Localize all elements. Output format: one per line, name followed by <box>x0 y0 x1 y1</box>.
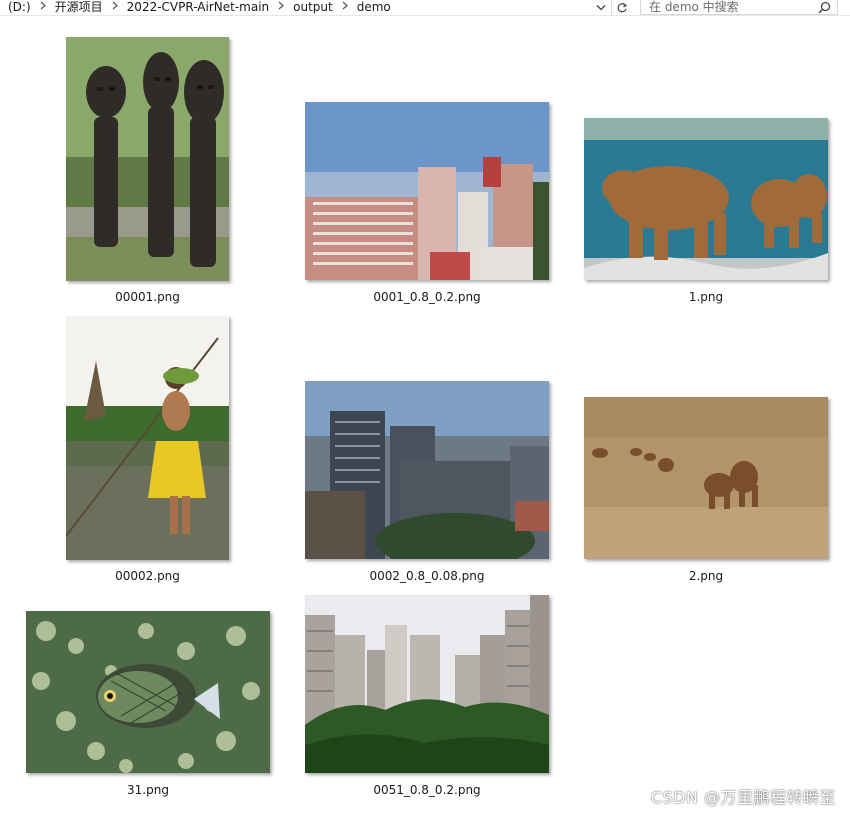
refresh-button[interactable] <box>612 0 632 15</box>
chevron-down-icon <box>596 5 606 11</box>
refresh-icon <box>617 2 628 12</box>
file-thumbnail[interactable] <box>305 381 549 559</box>
chevron-right-icon[interactable] <box>35 0 51 15</box>
file-thumbnail[interactable] <box>584 397 828 559</box>
chevron-right-icon[interactable] <box>273 0 289 15</box>
breadcrumb-folder-open-source[interactable]: 开源项目 <box>51 0 107 15</box>
file-thumbnail[interactable] <box>66 37 229 281</box>
file-thumbnail[interactable] <box>584 118 828 280</box>
file-name[interactable]: 00002.png <box>66 569 229 583</box>
file-name[interactable]: 2.png <box>584 569 828 583</box>
chevron-right-icon[interactable] <box>107 0 123 15</box>
breadcrumb-folder-output[interactable]: output <box>289 0 337 15</box>
file-name[interactable]: 31.png <box>26 783 270 797</box>
search-input[interactable] <box>641 0 817 14</box>
address-history-dropdown[interactable] <box>594 0 608 15</box>
breadcrumb-folder-demo[interactable]: demo <box>353 0 395 15</box>
breadcrumb-drive[interactable]: (D:) <box>4 0 35 15</box>
breadcrumb-folder-airnet[interactable]: 2022-CVPR-AirNet-main <box>123 0 273 15</box>
search-box <box>640 0 838 15</box>
watermark: CSDN @万里鹏程转瞬至 <box>650 788 836 807</box>
address-bar[interactable]: (D:) 开源项目 2022-CVPR-AirNet-main output d… <box>0 0 612 15</box>
file-name[interactable]: 0051_0.8_0.2.png <box>305 783 549 797</box>
file-thumbnail[interactable] <box>26 611 270 773</box>
file-name[interactable]: 0002_0.8_0.08.png <box>305 569 549 583</box>
file-thumbnail[interactable] <box>66 316 229 560</box>
search-icon[interactable] <box>818 1 831 14</box>
file-name[interactable]: 0001_0.8_0.2.png <box>305 290 549 304</box>
file-thumbnail[interactable] <box>305 595 549 773</box>
file-name[interactable]: 1.png <box>584 290 828 304</box>
file-name[interactable]: 00001.png <box>66 290 229 304</box>
explorer-toolbar: (D:) 开源项目 2022-CVPR-AirNet-main output d… <box>0 0 850 16</box>
file-thumbnail[interactable] <box>305 102 549 280</box>
chevron-right-icon[interactable] <box>337 0 353 15</box>
